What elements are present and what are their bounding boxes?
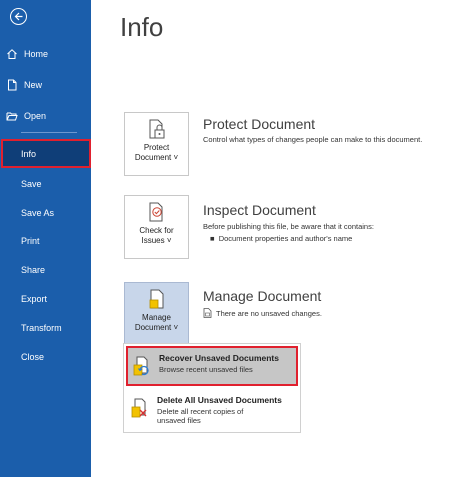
sidebar-item-new[interactable]: New [0,74,91,96]
document-small-icon [203,308,212,320]
folder-open-icon [4,108,20,124]
sidebar-item-transform[interactable]: Transform [0,317,91,339]
sidebar-item-label: Save As [21,208,55,218]
backstage-sidebar: Home New Open Info Save Save As Print Sh… [0,0,91,477]
section-title: Manage Document [203,288,322,304]
sidebar-item-label: Print [21,236,40,246]
check-for-issues-button[interactable]: Check for Issues ˅ [124,195,189,259]
sidebar-item-label: Open [24,111,47,121]
protect-document-button[interactable]: Protect Document ˅ [124,112,189,176]
sidebar-item-home[interactable]: Home [0,43,91,65]
delete-document-icon [130,398,150,420]
inspect-document-icon [147,202,167,224]
sidebar-item-label: Transform [21,323,62,333]
page-title: Info [120,12,164,42]
tile-label: Protect [143,143,170,152]
delete-all-unsaved-documents-item[interactable]: Delete All Unsaved Documents Delete all … [126,390,298,430]
sidebar-item-save[interactable]: Save [0,173,91,195]
sidebar-item-save-as[interactable]: Save As [0,202,91,224]
tile-label: Issues ˅ [141,236,172,245]
bullet-icon: ■ [210,234,219,243]
back-arrow-icon[interactable] [10,8,27,25]
sidebar-item-open[interactable]: Open [0,105,91,127]
sidebar-item-export[interactable]: Export [0,288,91,310]
dropdown-item-subtitle: Browse recent unsaved files [159,365,253,374]
dropdown-item-title: Delete All Unsaved Documents [157,395,282,405]
section-description-row: There are no unsaved changes. [203,308,322,320]
sidebar-item-label: Save [21,179,42,189]
sidebar-item-info[interactable]: Info [1,139,91,168]
lock-document-icon [147,119,167,141]
sidebar-item-label: Close [21,352,45,362]
new-document-icon [4,77,20,93]
sidebar-item-label: Info [21,148,37,159]
recover-unsaved-documents-item[interactable]: Recover Unsaved Documents Browse recent … [126,346,298,386]
tile-label: Document ˅ [134,323,179,332]
dropdown-item-title: Recover Unsaved Documents [159,353,279,363]
section-description: Control what types of changes people can… [203,135,423,144]
section-title: Inspect Document [203,202,316,218]
manage-document-dropdown: Recover Unsaved Documents Browse recent … [123,343,301,433]
dropdown-item-subtitle: Delete all recent copies of unsaved file… [157,407,244,425]
manage-document-icon [147,289,167,311]
tile-label: Manage [142,313,171,322]
home-icon [4,46,20,62]
section-title: Protect Document [203,116,316,132]
sidebar-item-label: New [24,80,43,90]
sidebar-item-close[interactable]: Close [0,346,91,368]
bullet-item: ■ Document properties and author's name [210,234,353,243]
sidebar-item-print[interactable]: Print [0,230,91,252]
sidebar-item-label: Home [24,49,49,59]
section-description: Before publishing this file, be aware th… [203,222,374,231]
sidebar-divider [21,132,77,133]
sidebar-item-label: Share [21,265,46,275]
tile-label: Document ˅ [134,153,179,162]
manage-document-button[interactable]: Manage Document ˅ [124,282,189,346]
sidebar-item-label: Export [21,294,48,304]
recover-document-icon [132,356,152,378]
tile-label: Check for [139,226,174,235]
sidebar-item-share[interactable]: Share [0,259,91,281]
